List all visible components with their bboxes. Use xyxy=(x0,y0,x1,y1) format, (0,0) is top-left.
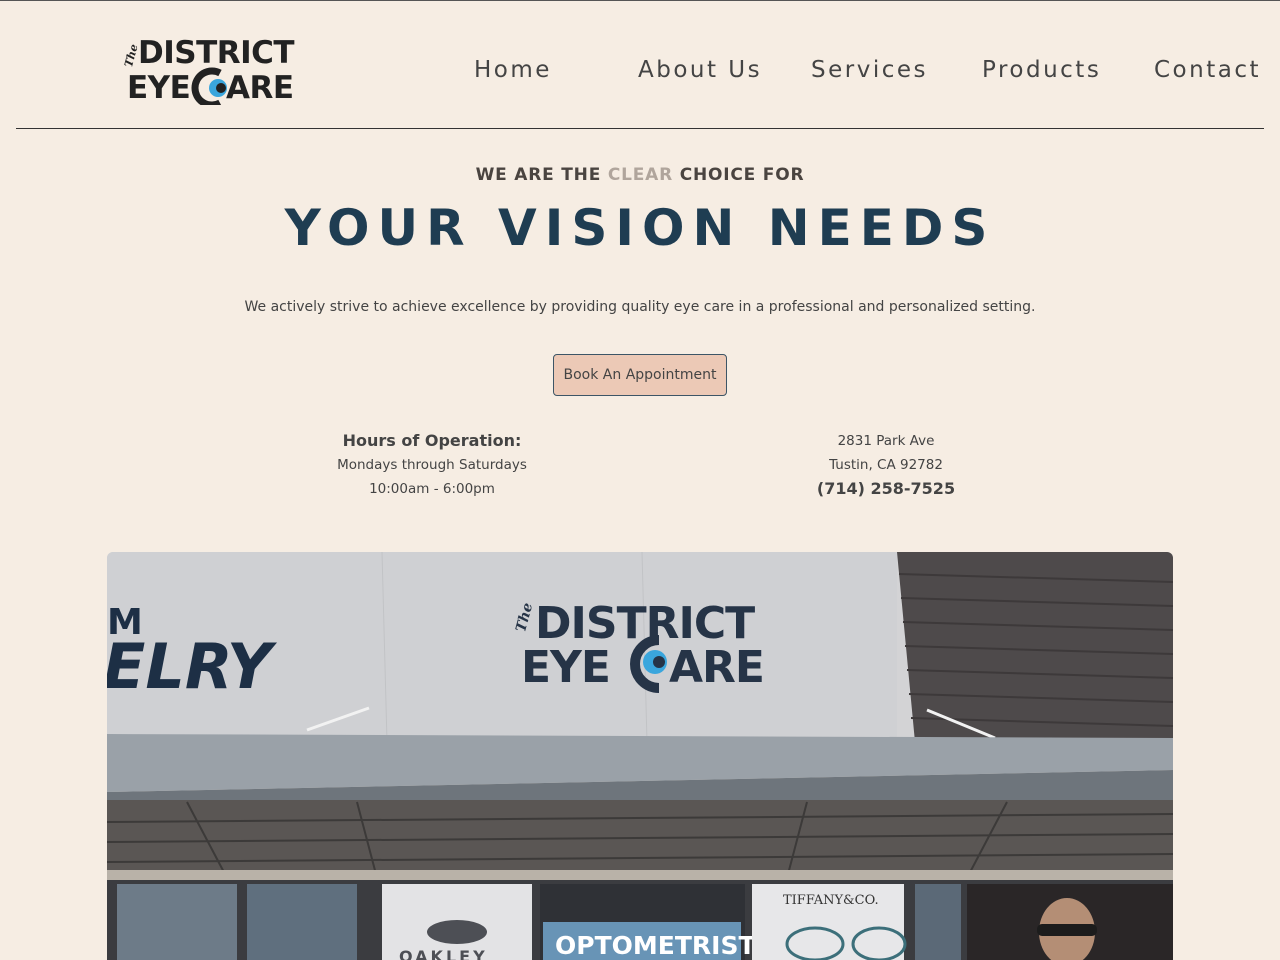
tagline-post: CHOICE FOR xyxy=(673,165,805,185)
tagline-pre: WE ARE THE xyxy=(475,165,608,185)
address-block: 2831 Park Ave Tustin, CA 92782 (714) 258… xyxy=(736,429,1036,501)
sign-eye: EYE xyxy=(521,642,610,693)
book-appointment-button[interactable]: Book An Appointment xyxy=(553,354,727,396)
phone-link[interactable]: (714) 258-7525 xyxy=(736,477,1036,501)
nav-products-link[interactable]: Products xyxy=(982,55,1101,85)
neighbor-sign: ELRY xyxy=(107,630,278,703)
address-street: 2831 Park Ave xyxy=(837,433,935,449)
main-nav: Home About Us Services Products Contact xyxy=(0,55,1280,87)
address-city: Tustin, CA 92782 xyxy=(829,457,943,473)
optometrist-text: OPTOMETRIST xyxy=(555,931,756,960)
hours-title: Hours of Operation: xyxy=(342,431,522,450)
header-divider xyxy=(16,128,1264,129)
site-header: The DISTRICT EYE ARE Home About Us Servi… xyxy=(0,1,1280,129)
hours-time: 10:00am - 6:00pm xyxy=(369,481,495,497)
nav-about-link[interactable]: About Us xyxy=(638,55,762,85)
storefront-photo: M ELRY The DISTRICT EYE ARE OAKLEY OPTOM… xyxy=(107,552,1173,960)
nav-contact-link[interactable]: Contact xyxy=(1154,55,1261,85)
oakley-text: OAKLEY xyxy=(399,947,488,960)
store-sign: The DISTRICT EYE ARE xyxy=(513,598,765,693)
tagline-clear: CLEAR xyxy=(607,165,673,185)
hours-days: Mondays through Saturdays xyxy=(337,457,527,473)
hero-headline: YOUR VISION NEEDS xyxy=(284,199,996,257)
nav-home-link[interactable]: Home xyxy=(474,55,552,85)
hours-block: Hours of Operation: Mondays through Satu… xyxy=(282,429,582,501)
nav-services-link[interactable]: Services xyxy=(811,55,928,85)
tiffany-text: TIFFANY&CO. xyxy=(783,893,879,908)
hero-subtext: We actively strive to achieve excellence… xyxy=(244,299,1036,315)
sign-are: ARE xyxy=(669,642,764,693)
hero-tagline: WE ARE THE CLEAR CHOICE FOR xyxy=(0,165,1280,185)
